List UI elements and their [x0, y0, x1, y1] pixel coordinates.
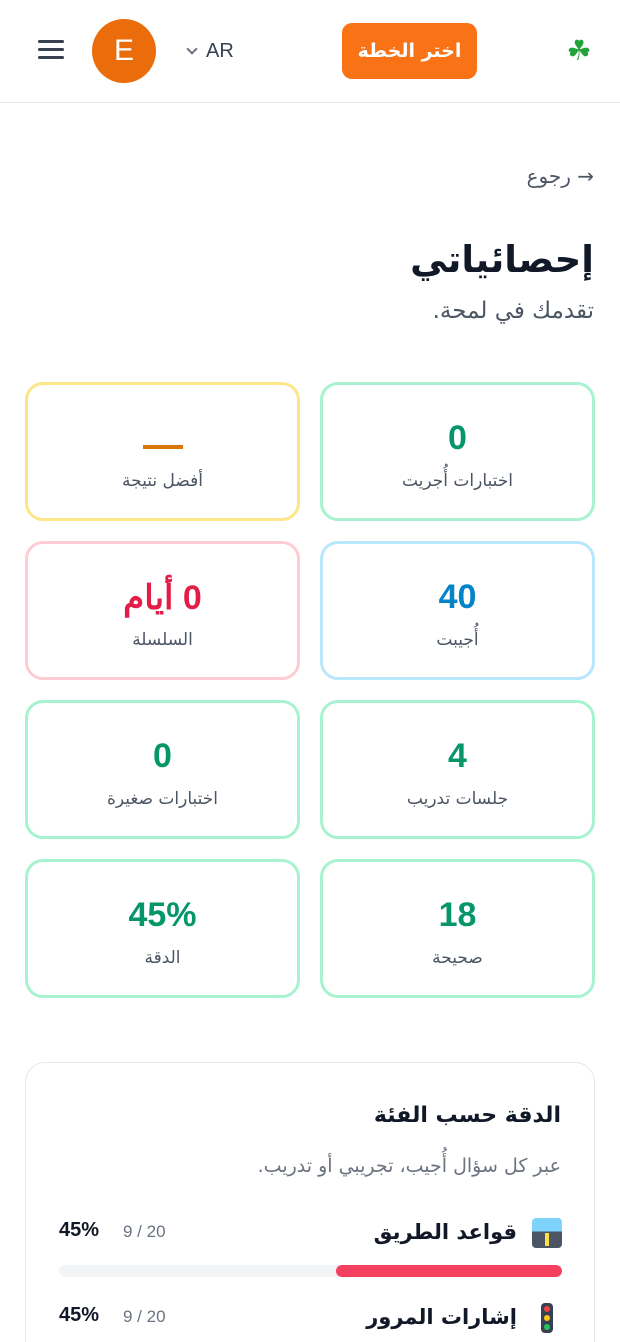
stat-label: اختبارات أُجريت [401, 471, 514, 491]
stat-label: اختبارات صغيرة [106, 789, 219, 809]
back-link[interactable]: → رجوع [527, 164, 594, 188]
category-name: إشارات المرور [366, 1305, 517, 1329]
stat-card-mini-tests: 0 اختبارات صغيرة [25, 700, 300, 839]
stat-label: أفضل نتيجة [122, 471, 203, 491]
section-subtitle: عبر كل سؤال أُجيب، تجريبي أو تدريب. [257, 1155, 561, 1177]
road-icon [532, 1218, 562, 1248]
stat-value: 0 [153, 737, 172, 775]
stat-label: جلسات تدريب [406, 789, 509, 809]
language-selector[interactable]: AR [186, 38, 234, 64]
stat-value: 45% [128, 896, 197, 934]
progress-fill [335, 1265, 562, 1277]
dash-placeholder [142, 445, 183, 449]
stat-card-practice-sessions: 4 جلسات تدريب [320, 700, 595, 839]
stat-value: 4 [448, 737, 467, 775]
stat-card-correct: 18 صحيحة [320, 859, 595, 998]
page-subtitle: تقدمك في لمحة. [432, 298, 594, 324]
category-row: قواعد الطريق 9 / 20 45% [59, 1218, 562, 1248]
stat-card-tests-taken: 0 اختبارات أُجريت [320, 382, 595, 521]
stat-label: صحيحة [432, 948, 483, 968]
choose-plan-button[interactable]: اختر الخطة [342, 23, 477, 79]
avatar[interactable]: E [92, 19, 156, 83]
category-count: 9 / 20 [123, 1307, 166, 1326]
category-name: قواعد الطريق [373, 1220, 517, 1244]
stat-value: 18 [438, 896, 477, 934]
stat-card-accuracy: 45% الدقة [25, 859, 300, 998]
stat-label: الدقة [144, 948, 181, 968]
category-percent: 45% [59, 1219, 100, 1241]
category-count: 9 / 20 [123, 1222, 166, 1241]
stat-value: 40 [438, 578, 477, 616]
category-row: إشارات المرور 9 / 20 45% [59, 1303, 562, 1333]
stat-label: السلسلة [132, 630, 193, 650]
stat-value: 0 [448, 419, 467, 457]
stat-label: أُجيبت [436, 630, 479, 650]
stat-card-best-score: أفضل نتيجة [25, 382, 300, 521]
accuracy-by-category-panel: الدقة حسب الفئة عبر كل سؤال أُجيب، تجريب… [25, 1062, 595, 1342]
page-title: إحصائياتي [410, 238, 594, 281]
chevron-down-icon [186, 43, 198, 55]
stat-card-answered: 40 أُجيبت [320, 541, 595, 680]
top-header: E AR اختر الخطة ☘ [0, 0, 620, 103]
category-percent: 45% [59, 1304, 100, 1326]
stat-value: 0 أيام [123, 579, 202, 617]
menu-icon[interactable] [38, 40, 64, 62]
stat-card-streak: 0 أيام السلسلة [25, 541, 300, 680]
clover-icon[interactable]: ☘ [563, 35, 595, 67]
stat-value-empty [28, 419, 297, 458]
language-label: AR [206, 39, 234, 62]
category-progress-bar [59, 1265, 562, 1277]
traffic-light-icon [532, 1303, 562, 1333]
section-title: الدقة حسب الفئة [373, 1103, 561, 1128]
